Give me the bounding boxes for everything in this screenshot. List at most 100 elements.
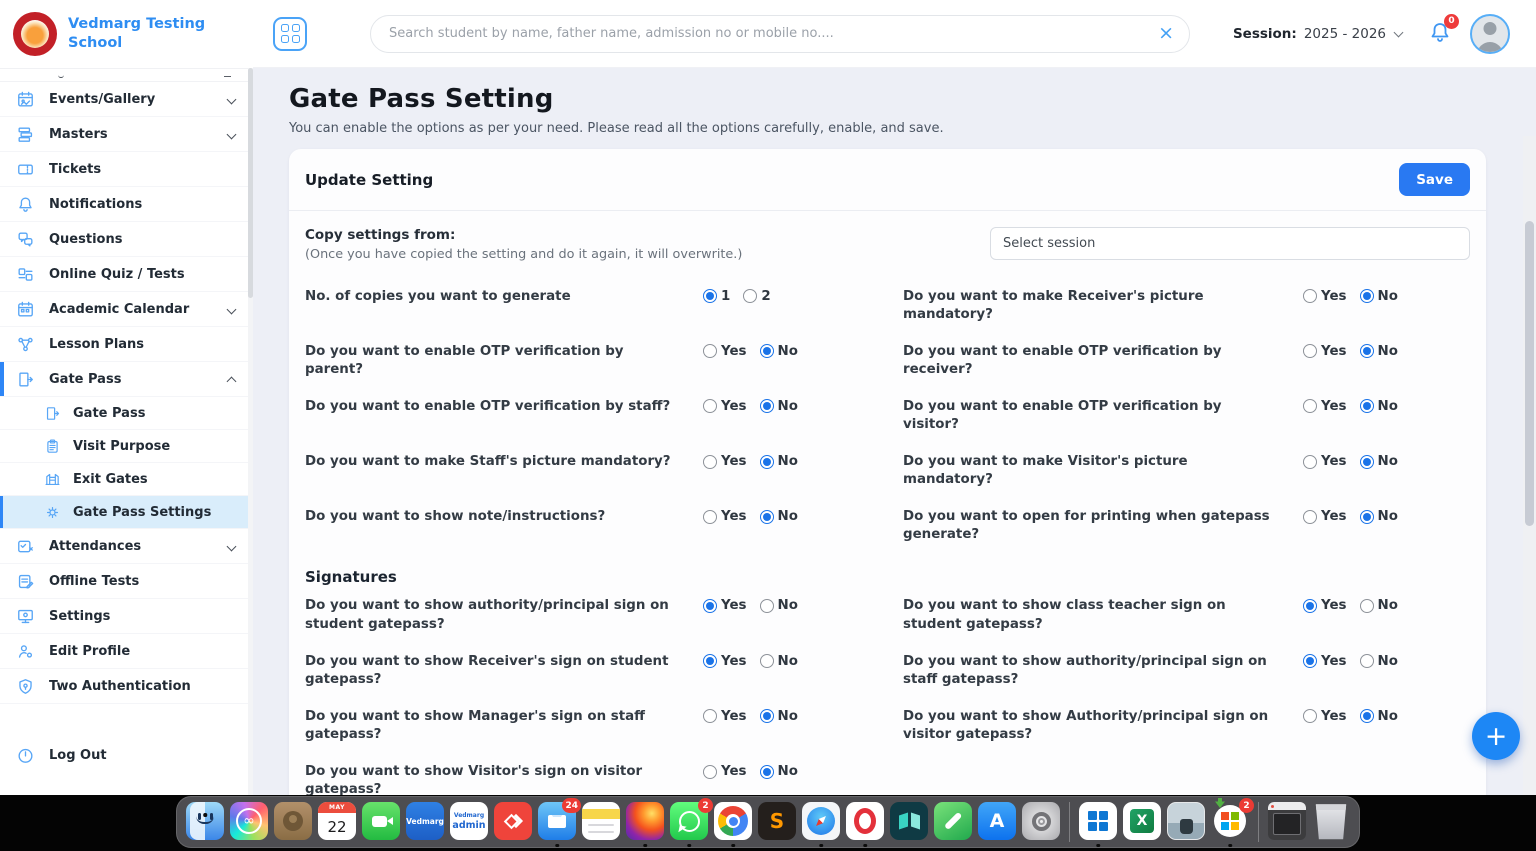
radio-group-copies: 1 2 [703, 288, 903, 304]
radio-no[interactable] [760, 344, 774, 358]
radio-yes[interactable] [1303, 510, 1317, 524]
sidebar-item-gate-pass[interactable]: Gate Pass [0, 362, 253, 397]
sidebar-item-online-quiz[interactable]: Online Quiz / Tests [0, 257, 253, 292]
radio-no[interactable] [760, 709, 774, 723]
radio-no[interactable] [1360, 654, 1374, 668]
excel-dock-icon[interactable]: X [1123, 802, 1161, 840]
radio-yes[interactable] [703, 654, 717, 668]
sidebar-item-offline-tests[interactable]: Offline Tests [0, 564, 253, 599]
sidebar-subitem-gate-pass-settings[interactable]: Gate Pass Settings [0, 496, 253, 529]
radio-no[interactable] [760, 654, 774, 668]
sidebar-item-edit-profile[interactable]: Edit Profile [0, 634, 253, 669]
radio-yes[interactable] [703, 599, 717, 613]
firefox-dock-icon[interactable] [626, 802, 664, 840]
radio-yes[interactable] [1303, 654, 1317, 668]
radio-no[interactable] [760, 510, 774, 524]
sidebar-item-masters[interactable]: Masters [0, 117, 253, 152]
sidebar-item-attendances[interactable]: Attendances [0, 529, 253, 564]
minimized-window-dock-icon[interactable] [1268, 802, 1306, 840]
radio-yes[interactable] [1303, 289, 1317, 303]
radio-yes[interactable] [703, 455, 717, 469]
save-button[interactable]: Save [1399, 163, 1470, 196]
radio-yes[interactable] [703, 344, 717, 358]
sidebar-subitem-gate-pass[interactable]: Gate Pass [0, 397, 253, 430]
radio-no[interactable] [1360, 510, 1374, 524]
sidebar-subitem-visit-purpose[interactable]: Visit Purpose [0, 430, 253, 463]
mail-dock-icon[interactable]: 24 [538, 802, 576, 840]
radio-no[interactable] [1360, 399, 1374, 413]
radio-no[interactable] [1360, 709, 1374, 723]
radio-yes[interactable] [1303, 455, 1317, 469]
radio-no[interactable] [760, 599, 774, 613]
notifications-bell-icon[interactable]: 0 [1428, 20, 1452, 48]
radio-no[interactable] [1360, 455, 1374, 469]
radio-copies-2[interactable] [743, 289, 757, 303]
radio-no[interactable] [760, 765, 774, 779]
radio-yes[interactable] [703, 510, 717, 524]
sidebar-item-events-gallery[interactable]: Events/Gallery [0, 82, 253, 117]
chevron-down-icon[interactable] [1394, 28, 1404, 38]
facetime-dock-icon[interactable] [362, 802, 400, 840]
session-value[interactable]: 2025 - 2026 [1304, 26, 1386, 42]
finder-dock-icon[interactable] [186, 802, 224, 840]
calendar-icon [16, 300, 35, 319]
radio-yes[interactable] [1303, 344, 1317, 358]
apps-grid-icon[interactable] [273, 17, 307, 51]
radio-no[interactable] [760, 455, 774, 469]
sidebar-item-two-authentication[interactable]: Two Authentication [0, 669, 253, 704]
safari-dock-icon[interactable] [802, 802, 840, 840]
notes-dock-icon[interactable] [582, 802, 620, 840]
radio-yes[interactable] [703, 709, 717, 723]
sidebar: Vedmarg Testing School Events/Gallery Ma… [0, 0, 253, 795]
sidebar-item-lesson-plans[interactable]: Lesson Plans [0, 327, 253, 362]
sidebar-item-logout[interactable]: Log Out [0, 738, 253, 773]
select-session-dropdown[interactable]: Select session [990, 227, 1470, 260]
gate-pass-icon [44, 405, 61, 422]
opera-dock-icon[interactable] [846, 802, 884, 840]
filmora-dock-icon[interactable] [890, 802, 928, 840]
sidebar-item-academic-calendar[interactable]: Academic Calendar [0, 292, 253, 327]
sidebar-subitem-exit-gates[interactable]: Exit Gates [0, 463, 253, 496]
whatsapp-dock-icon[interactable]: 2 [670, 802, 708, 840]
vedmarg-admin-dock-icon[interactable]: Vedmargadmin [450, 802, 488, 840]
radio-copies-1[interactable] [703, 289, 717, 303]
system-preferences-dock-icon[interactable] [1022, 802, 1060, 840]
photo-window-dock-icon[interactable] [1167, 802, 1205, 840]
radio-no[interactable] [1360, 344, 1374, 358]
radio-yes[interactable] [1303, 709, 1317, 723]
contacts-dock-icon[interactable] [274, 802, 312, 840]
search-input[interactable] [370, 15, 1190, 53]
sidebar-scrollbar[interactable] [248, 68, 253, 795]
sidebar-item-tickets[interactable]: Tickets [0, 152, 253, 187]
sidebar-item-settings[interactable]: Settings [0, 599, 253, 634]
chrome-dock-icon[interactable] [714, 802, 752, 840]
add-fab-button[interactable]: + [1472, 712, 1520, 760]
question-bubbles-icon [16, 230, 35, 249]
sidebar-item-clipped[interactable] [0, 69, 253, 82]
evernote-dock-icon[interactable] [934, 802, 972, 840]
anydesk-dock-icon[interactable] [494, 802, 532, 840]
radio-yes[interactable] [703, 765, 717, 779]
gear-link-icon [44, 504, 61, 521]
photos-dock-icon[interactable]: ∞ [230, 802, 268, 840]
radio-no[interactable] [1360, 599, 1374, 613]
sidebar-item-questions[interactable]: Questions [0, 222, 253, 257]
settings-row: Do you want to enable OTP verification b… [305, 388, 1470, 443]
radio-yes[interactable] [1303, 399, 1317, 413]
app-store-dock-icon[interactable]: A [978, 802, 1016, 840]
settings-row: Do you want to show Visitor's sign on vi… [305, 754, 1470, 796]
sublime-text-dock-icon[interactable]: S [758, 802, 796, 840]
radio-no[interactable] [760, 399, 774, 413]
clear-search-icon[interactable]: × [1158, 21, 1174, 46]
avatar[interactable] [1470, 14, 1510, 54]
radio-yes[interactable] [703, 399, 717, 413]
radio-yes[interactable] [1303, 599, 1317, 613]
vedmarg-dock-icon[interactable]: Vedmarg [406, 802, 444, 840]
windows-dock-icon[interactable] [1079, 802, 1117, 840]
page-scrollbar[interactable] [1523, 136, 1536, 795]
sidebar-item-notifications[interactable]: Notifications [0, 187, 253, 222]
trash-dock-icon[interactable] [1312, 802, 1350, 840]
calendar-dock-icon[interactable]: MAY22 [318, 802, 356, 840]
radio-no[interactable] [1360, 289, 1374, 303]
microsoft-update-dock-icon[interactable]: 2 [1211, 802, 1249, 840]
